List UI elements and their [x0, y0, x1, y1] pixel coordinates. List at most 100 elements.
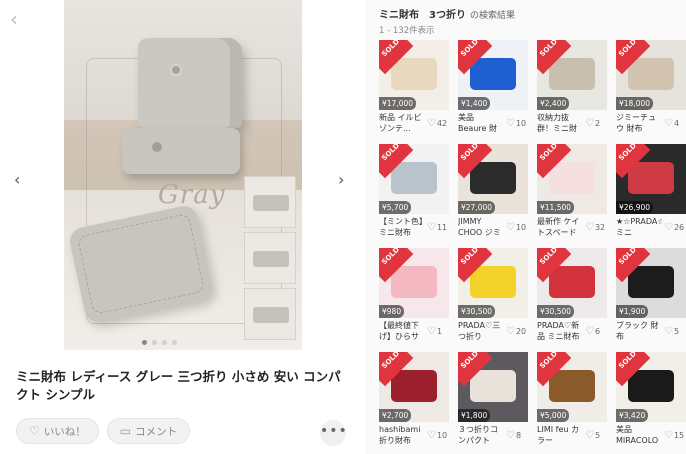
- heart-icon: ♡: [664, 118, 673, 129]
- result-thumbnail[interactable]: SOLD ¥18,000: [616, 40, 686, 110]
- result-card[interactable]: SOLD ¥30,500 PRADA♡新品 ミニ財布 ♡ 6: [537, 248, 607, 342]
- product-photo[interactable]: Gray: [64, 0, 302, 350]
- pagination-dot[interactable]: [162, 340, 167, 345]
- result-name[interactable]: 美品 MIRACOLO: [616, 424, 662, 446]
- result-thumbnail[interactable]: SOLD ¥30,500: [458, 248, 528, 318]
- result-name[interactable]: hashibami 折り財布: [379, 424, 425, 446]
- product-detail-pane: ‹ Gray ‹ › ミニ財布 レディース グレー 三つ折り 小さめ 安い コン…: [0, 0, 362, 454]
- heart-icon: ♡: [427, 118, 436, 129]
- result-thumbnail[interactable]: SOLD ¥17,000: [379, 40, 449, 110]
- result-likes: ♡ 42: [427, 118, 447, 129]
- result-item-graphic: [470, 58, 516, 90]
- pagination-dot[interactable]: [142, 340, 147, 345]
- result-name[interactable]: 新品 イルビゾンテ...: [379, 112, 425, 134]
- photo-caption: Gray: [158, 180, 226, 210]
- result-card[interactable]: SOLD ¥5,000 LIMI feu カラー ♡ 5: [537, 352, 607, 446]
- result-thumbnail[interactable]: SOLD ¥26,900: [616, 144, 686, 214]
- result-item-graphic: [549, 266, 595, 298]
- result-card[interactable]: SOLD ¥3,420 美品 MIRACOLO ♡ 15: [616, 352, 686, 446]
- result-likes: ♡ 2: [585, 118, 600, 129]
- result-thumbnail[interactable]: SOLD ¥1,900: [616, 248, 686, 318]
- result-likes: ♡ 5: [664, 326, 679, 337]
- result-likes: ♡ 8: [506, 430, 521, 441]
- result-thumbnail[interactable]: SOLD ¥5,700: [379, 144, 449, 214]
- result-likes: ♡ 6: [585, 326, 600, 337]
- result-item-graphic: [470, 266, 516, 298]
- result-price: ¥2,700: [379, 409, 412, 422]
- result-card[interactable]: SOLD ¥1,800 ３つ折りコンパクト ♡ 8: [458, 352, 528, 446]
- heart-icon: ♡: [506, 222, 515, 233]
- result-card[interactable]: SOLD ¥5,700 【ミント色】ミニ財布 ♡ 11: [379, 144, 449, 238]
- result-card[interactable]: SOLD ¥1,900 ブラック 財布 ♡ 5: [616, 248, 686, 342]
- result-thumbnail[interactable]: SOLD ¥30,500: [537, 248, 607, 318]
- result-item-graphic: [391, 58, 437, 90]
- result-card[interactable]: SOLD ¥2,700 hashibami 折り財布 ♡ 10: [379, 352, 449, 446]
- result-thumbnail[interactable]: SOLD ¥27,000: [458, 144, 528, 214]
- result-thumbnail[interactable]: SOLD ¥3,420: [616, 352, 686, 422]
- result-thumbnail[interactable]: SOLD ¥2,700: [379, 352, 449, 422]
- comment-button[interactable]: ▭ コメント: [106, 418, 191, 444]
- result-card[interactable]: SOLD¥26,900★☆PRADA☆★ミニ♡26: [616, 144, 686, 238]
- result-item-graphic: [470, 370, 516, 402]
- result-card[interactable]: SOLD ¥17,000 新品 イルビゾンテ... ♡ 42: [379, 40, 449, 134]
- result-like-count: 4: [673, 119, 680, 128]
- result-price: ¥5,700: [379, 201, 412, 214]
- result-name[interactable]: PRADA♡新品 ミニ財布: [537, 320, 583, 342]
- result-item-graphic: [391, 266, 437, 298]
- next-photo-arrow-icon[interactable]: ›: [338, 170, 344, 189]
- result-likes: ♡ 20: [506, 326, 526, 337]
- heart-icon: ♡: [427, 222, 436, 233]
- result-thumbnail[interactable]: SOLD ¥2,400: [537, 40, 607, 110]
- result-likes: ♡ 10: [506, 118, 526, 129]
- result-name[interactable]: ３つ折りコンパクト: [458, 424, 504, 446]
- search-results-pane: ミニ財布 3つ折り の検索結果 1 - 132件表示 SOLD ¥17,000 新品 …: [365, 0, 686, 454]
- result-item-graphic: [549, 162, 595, 194]
- result-name[interactable]: ★☆PRADA☆★ミニ: [616, 216, 662, 238]
- back-button[interactable]: ‹: [10, 8, 32, 30]
- heart-icon: ♡: [664, 326, 673, 337]
- result-card[interactable]: SOLD¥1,400美品 Beaure 財布♡10: [458, 40, 528, 134]
- result-item-graphic: [628, 370, 674, 402]
- result-name[interactable]: LIMI feu カラー: [537, 424, 583, 446]
- like-label: いいね！: [43, 425, 86, 438]
- result-item-graphic: [628, 58, 674, 90]
- heart-icon: ♡: [427, 326, 436, 337]
- result-card[interactable]: SOLD¥27,000JIMMY CHOO ジミーチュウ♡10: [458, 144, 528, 238]
- like-button[interactable]: ♡ いいね！: [16, 418, 99, 444]
- result-name[interactable]: 収納力抜群！ミニ財布: [537, 112, 583, 134]
- result-like-count: 10: [436, 431, 448, 440]
- heart-icon: ♡: [427, 430, 436, 441]
- result-name[interactable]: 【ミント色】ミニ財布: [379, 216, 425, 238]
- heart-icon: ♡: [585, 430, 594, 441]
- result-name[interactable]: 最新作 ケイトスペード: [537, 216, 583, 238]
- result-price: ¥5,000: [537, 409, 570, 422]
- pagination-dot[interactable]: [172, 340, 177, 345]
- result-name[interactable]: 美品 Beaure 財布: [458, 112, 504, 134]
- result-name[interactable]: JIMMY CHOO ジミーチュウ: [458, 216, 504, 238]
- result-card[interactable]: SOLD ¥18,000 ジミーチュウ 財布 ♡ 4: [616, 40, 686, 134]
- result-thumbnail[interactable]: SOLD ¥5,000: [537, 352, 607, 422]
- heart-icon: ♡: [29, 424, 40, 438]
- more-options-button[interactable]: •••: [320, 420, 347, 446]
- result-name[interactable]: 【最終値下げ】ひらサイズ: [379, 320, 425, 342]
- snap-button-graphic: [152, 142, 162, 152]
- result-item-graphic: [391, 370, 437, 402]
- result-item-graphic: [549, 58, 595, 90]
- result-thumbnail[interactable]: SOLD ¥980: [379, 248, 449, 318]
- prev-photo-arrow-icon[interactable]: ‹: [14, 170, 20, 189]
- result-thumbnail[interactable]: SOLD ¥1,800: [458, 352, 528, 422]
- result-name[interactable]: ジミーチュウ 財布: [616, 112, 662, 134]
- result-name[interactable]: ブラック 財布: [616, 320, 662, 342]
- photo-pagination: [142, 340, 177, 345]
- result-card[interactable]: SOLD ¥30,500 PRADA♡三つ折り ♡ 20: [458, 248, 528, 342]
- pagination-dot[interactable]: [152, 340, 157, 345]
- result-thumbnail[interactable]: SOLD ¥1,400: [458, 40, 528, 110]
- result-card[interactable]: SOLD¥980【最終値下げ】ひらサイズ♡1: [379, 248, 449, 342]
- result-name[interactable]: PRADA♡三つ折り: [458, 320, 504, 342]
- result-price: ¥1,900: [616, 305, 649, 318]
- result-likes: ♡ 11: [427, 222, 447, 233]
- chevron-left-icon: ‹: [10, 7, 18, 31]
- result-thumbnail[interactable]: SOLD ¥11,500: [537, 144, 607, 214]
- result-card[interactable]: SOLD¥2,400収納力抜群！ミニ財布♡2: [537, 40, 607, 134]
- result-card[interactable]: SOLD ¥11,500 最新作 ケイトスペード ♡ 32: [537, 144, 607, 238]
